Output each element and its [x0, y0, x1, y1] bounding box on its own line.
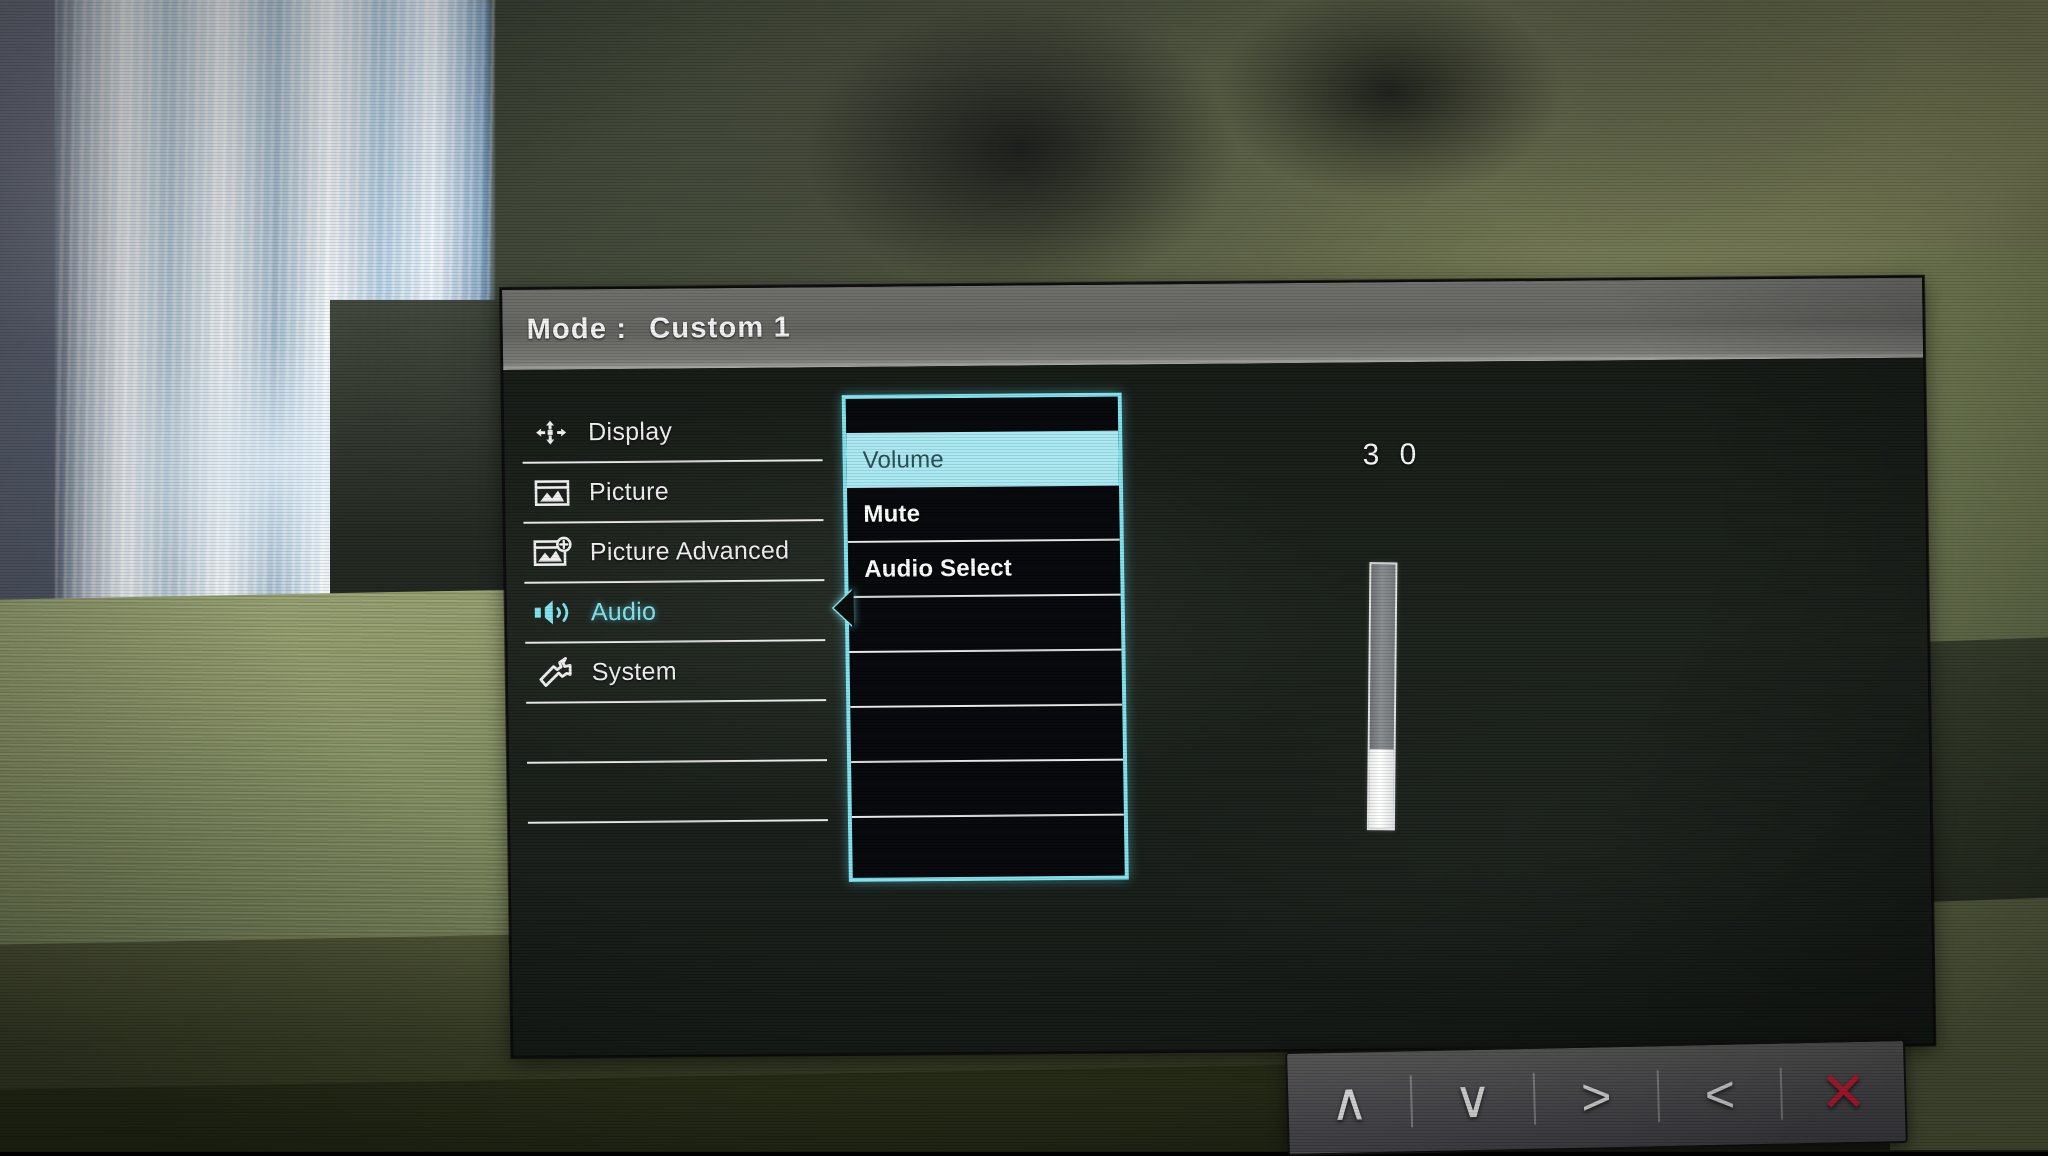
menu-item-label: System	[591, 657, 677, 687]
submenu-item-label: Audio Select	[864, 554, 1012, 583]
submenu-item-label: Mute	[863, 500, 920, 528]
menu-item-empty-2	[527, 761, 828, 824]
chevron-right-icon: >	[1580, 1071, 1612, 1124]
menu-item-label: Display	[588, 417, 673, 447]
main-menu-list: Display Picture	[522, 401, 828, 824]
fit-screen-icon	[528, 414, 575, 450]
menu-item-picture[interactable]: Picture	[523, 461, 824, 524]
picture-icon	[529, 474, 576, 510]
submenu-row-blank-1	[849, 596, 1122, 653]
submenu-item-volume[interactable]: Volume	[846, 431, 1119, 488]
submenu-row-blank-2	[849, 651, 1122, 708]
volume-slider[interactable]	[1367, 562, 1398, 830]
menu-item-empty-1	[526, 701, 827, 764]
menu-item-label: Picture Advanced	[590, 536, 790, 567]
volume-value: 3 0	[1362, 438, 1422, 473]
submenu-row-blank-4	[851, 761, 1124, 818]
osd-body: Display Picture	[503, 358, 1933, 1058]
selection-arrow-icon	[834, 589, 855, 627]
value-area: 3 0	[1194, 387, 1823, 1012]
up-button[interactable]: ∧	[1287, 1051, 1411, 1154]
chevron-down-icon: ∨	[1453, 1074, 1493, 1127]
background-cliff-shadow-2	[1180, 0, 1600, 230]
submenu-item-audio-select[interactable]: Audio Select	[848, 541, 1121, 598]
close-x-icon: ✕	[1819, 1064, 1867, 1121]
submenu-row-blank-5	[852, 816, 1125, 873]
menu-item-picture-advanced[interactable]: Picture Advanced	[524, 521, 825, 584]
menu-item-label: Picture	[589, 477, 669, 507]
osd-button-bar: ∧ ∨ > < ✕	[1285, 1039, 1908, 1156]
menu-item-display[interactable]: Display	[522, 401, 823, 464]
submenu-panel: Volume Mute Audio Select	[842, 393, 1129, 882]
right-button[interactable]: >	[1534, 1046, 1658, 1149]
osd-title-bar: Mode : Custom 1	[502, 278, 1923, 370]
wrench-icon	[531, 654, 578, 690]
volume-slider-fill	[1369, 749, 1394, 829]
page-title: Mode : Custom 1	[526, 311, 791, 346]
menu-item-system[interactable]: System	[525, 641, 826, 704]
menu-item-audio[interactable]: Audio	[524, 581, 825, 644]
chevron-left-icon: <	[1704, 1069, 1736, 1122]
left-button[interactable]: <	[1658, 1044, 1782, 1147]
picture-plus-icon	[530, 534, 577, 570]
chevron-up-icon: ∧	[1329, 1076, 1369, 1129]
down-button[interactable]: ∨	[1411, 1049, 1535, 1152]
submenu-item-mute[interactable]: Mute	[847, 486, 1120, 543]
close-button[interactable]: ✕	[1781, 1041, 1905, 1144]
mode-label: Mode :	[526, 312, 627, 345]
submenu-item-label: Volume	[862, 446, 944, 475]
menu-item-label: Audio	[591, 597, 657, 627]
mode-value: Custom 1	[649, 311, 791, 344]
submenu-row-blank-top	[846, 397, 1118, 433]
submenu-row-blank-3	[850, 706, 1123, 763]
osd-panel: Mode :Custom 1 Displ	[500, 276, 1935, 1058]
speaker-icon	[531, 594, 578, 630]
